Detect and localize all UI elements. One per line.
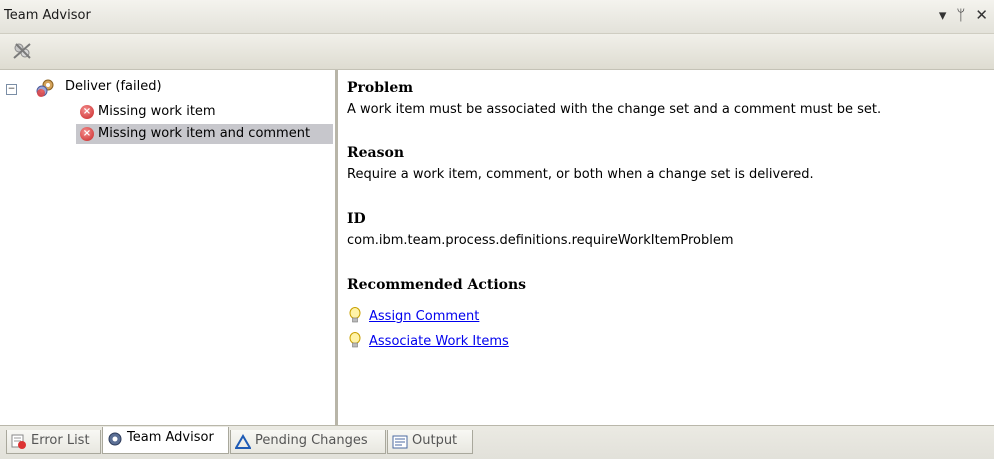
error-icon: × xyxy=(80,105,94,119)
reason-text: Require a work item, comment, or both wh… xyxy=(347,167,814,182)
tab-label: Team Advisor xyxy=(127,430,214,445)
tree-item-label: Missing work item xyxy=(98,104,216,119)
tab-team-advisor[interactable]: Team Advisor xyxy=(102,427,229,454)
tree-root-label[interactable]: Deliver (failed) xyxy=(65,79,162,94)
problem-heading: Problem xyxy=(347,80,414,96)
window-title: Team Advisor xyxy=(4,8,91,23)
tree-item-missing-work-item-and-comment[interactable]: × Missing work item and comment xyxy=(76,124,333,144)
problem-text: A work item must be associated with the … xyxy=(347,102,882,117)
close-icon[interactable]: ✕ xyxy=(975,6,988,24)
associate-work-items-link[interactable]: Associate Work Items xyxy=(369,334,509,349)
tab-output[interactable]: Output xyxy=(387,430,473,454)
assign-comment-link[interactable]: Assign Comment xyxy=(369,309,479,324)
tree-item-label: Missing work item and comment xyxy=(98,126,311,141)
pin-icon[interactable]: ᛘ xyxy=(956,6,965,24)
lightbulb-icon xyxy=(349,332,361,348)
gear-icon xyxy=(108,432,122,446)
tab-label: Pending Changes xyxy=(255,433,368,448)
clear-results-icon xyxy=(13,43,31,59)
deliver-operation-icon xyxy=(36,78,56,98)
clear-results-button[interactable] xyxy=(10,40,34,62)
dropdown-icon[interactable]: ▾ xyxy=(939,6,947,24)
title-controls: ▾ ᛘ ✕ xyxy=(939,6,988,24)
tab-label: Error List xyxy=(31,433,90,448)
tree-item-missing-work-item[interactable]: × Missing work item xyxy=(76,102,276,122)
tab-label: Output xyxy=(412,433,458,448)
id-heading: ID xyxy=(347,211,366,227)
results-tree: − Deliver (failed) × Missing work item ×… xyxy=(0,70,338,425)
tree-collapse-toggle[interactable]: − xyxy=(6,84,17,95)
output-icon xyxy=(392,435,408,449)
bottom-tab-bar: Error List Team Advisor Pending Changes … xyxy=(0,425,994,459)
id-text: com.ibm.team.process.definitions.require… xyxy=(347,233,734,248)
toolbar xyxy=(0,34,994,70)
tab-error-list[interactable]: Error List xyxy=(6,430,101,454)
error-list-icon xyxy=(11,434,26,449)
error-icon: × xyxy=(80,127,94,141)
lightbulb-icon xyxy=(349,307,361,323)
recommended-actions-heading: Recommended Actions xyxy=(347,277,527,293)
window-title-bar: Team Advisor ▾ ᛘ ✕ xyxy=(0,0,994,34)
reason-heading: Reason xyxy=(347,145,405,161)
details-pane: Problem A work item must be associated w… xyxy=(347,70,987,425)
delta-icon xyxy=(235,434,251,449)
tab-pending-changes[interactable]: Pending Changes xyxy=(230,430,386,454)
